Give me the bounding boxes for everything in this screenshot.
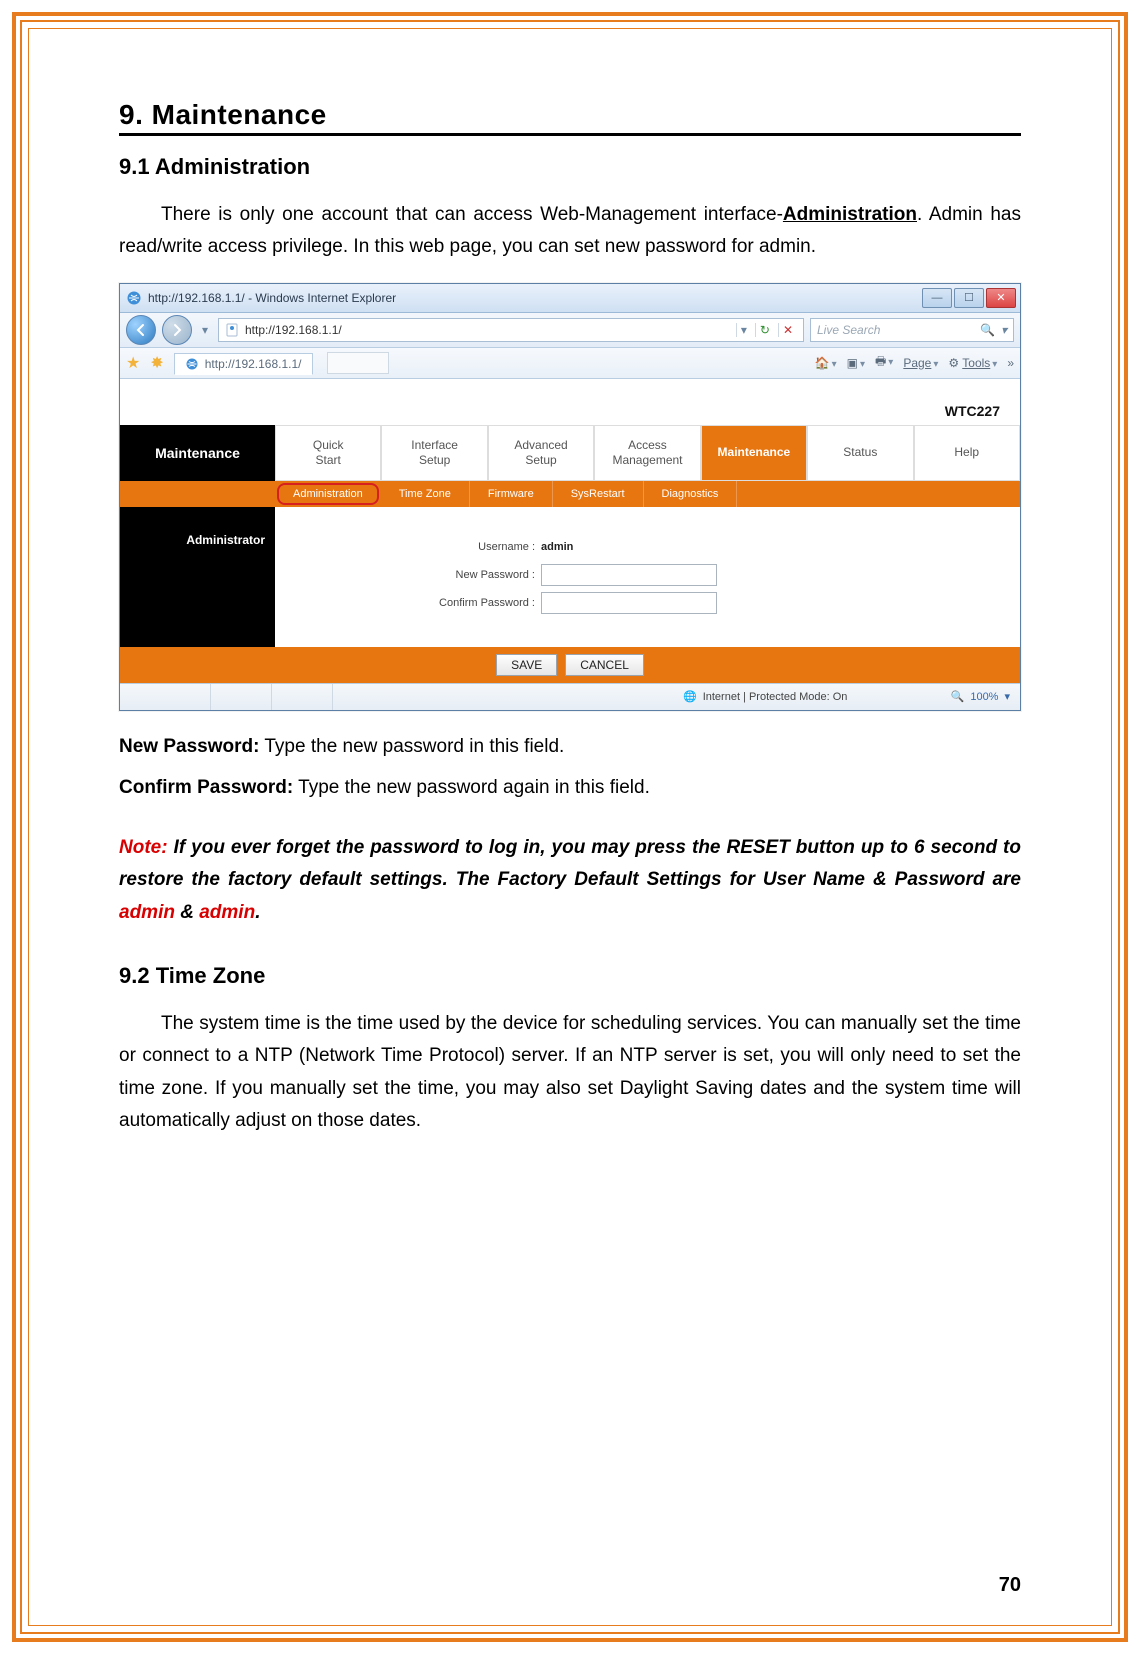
- main-tab-interface-setup[interactable]: InterfaceSetup: [381, 425, 487, 481]
- search-dropdown-icon[interactable]: ▾: [1001, 323, 1007, 337]
- note-amp: &: [175, 902, 199, 923]
- main-tab-status[interactable]: Status: [807, 425, 913, 481]
- section-9-1-paragraph: There is only one account that can acces…: [119, 199, 1021, 264]
- sub-tab-row: Administration Time Zone Firmware SysRes…: [120, 481, 1020, 507]
- main-tab-advanced-setup[interactable]: AdvancedSetup: [488, 425, 594, 481]
- main-tab-quick-start[interactable]: QuickStart: [275, 425, 381, 481]
- internet-zone-icon: 🌐: [683, 690, 697, 703]
- p1-part1: There is only one account that can acces…: [161, 204, 783, 225]
- window-title-text: http://192.168.1.1/ - Windows Internet E…: [148, 291, 396, 305]
- tools-label: Tools: [962, 356, 990, 370]
- tab-ie-icon: [185, 357, 199, 371]
- administration-link-in-text: Administration: [783, 204, 917, 225]
- username-value: admin: [541, 541, 573, 553]
- button-bar: SAVE CANCEL: [120, 647, 1020, 683]
- username-label: Username :: [275, 541, 541, 553]
- browser-tab[interactable]: http://192.168.1.1/: [174, 353, 313, 375]
- maximize-button[interactable]: ☐: [954, 288, 984, 308]
- section-title: 9. Maintenance: [119, 99, 1021, 136]
- router-page-content: WTC227 Maintenance QuickStart InterfaceS…: [120, 379, 1020, 683]
- page-number: 70: [999, 1574, 1021, 1597]
- section-9-2-paragraph: The system time is the time used by the …: [119, 1008, 1021, 1137]
- sub-tab-diagnostics[interactable]: Diagnostics: [644, 481, 738, 507]
- window-buttons: — ☐ ✕: [922, 288, 1016, 308]
- home-icon[interactable]: 🏠: [815, 356, 837, 370]
- main-tab-left-title: Maintenance: [120, 425, 275, 481]
- new-password-input[interactable]: [541, 564, 717, 586]
- stop-icon[interactable]: ✕: [778, 323, 797, 337]
- status-bar: 🌐 Internet | Protected Mode: On 🔍 100% ▾: [120, 683, 1020, 710]
- new-pw-label: New Password:: [119, 736, 259, 757]
- sub-tab-administration[interactable]: Administration: [277, 483, 379, 505]
- add-favorites-icon[interactable]: ✸: [150, 353, 163, 373]
- status-text: Internet | Protected Mode: On: [703, 691, 848, 703]
- refresh-icon[interactable]: ↻: [755, 323, 774, 337]
- confirm-pw-text: Type the new password again in this fiel…: [293, 777, 650, 798]
- confirm-pw-label: Confirm Password:: [119, 777, 293, 798]
- tab-title: http://192.168.1.1/: [205, 357, 302, 371]
- subsection-9-2-title: 9.2 Time Zone: [119, 963, 1021, 989]
- toolbar-overflow-icon[interactable]: »: [1007, 356, 1014, 370]
- admin-section-label: Administrator: [120, 507, 275, 647]
- save-button[interactable]: SAVE: [496, 654, 557, 676]
- page-menu[interactable]: Page: [903, 356, 938, 370]
- ie-icon: [126, 290, 142, 306]
- page-icon: [225, 323, 239, 337]
- nav-row: ▾ http://192.168.1.1/ ▾ ↻ ✕ Live Search …: [120, 313, 1020, 348]
- search-box[interactable]: Live Search 🔍 ▾: [810, 318, 1014, 342]
- note-paragraph: Note: If you ever forget the password to…: [119, 832, 1021, 929]
- main-tab-maintenance[interactable]: Maintenance: [701, 425, 807, 481]
- minimize-button[interactable]: —: [922, 288, 952, 308]
- note-text: If you ever forget the password to log i…: [119, 837, 1021, 890]
- address-text: http://192.168.1.1/: [245, 323, 342, 337]
- note-admin-2: admin: [199, 902, 255, 923]
- back-button[interactable]: [126, 315, 156, 345]
- page-label: Page: [903, 356, 931, 370]
- window-titlebar: http://192.168.1.1/ - Windows Internet E…: [120, 284, 1020, 313]
- tools-menu[interactable]: ⚙ Tools: [948, 356, 997, 370]
- print-icon[interactable]: 🖶: [875, 352, 893, 373]
- address-dropdown-icon[interactable]: ▾: [736, 323, 751, 337]
- zoom-dropdown-icon[interactable]: ▾: [1004, 690, 1010, 703]
- favorites-star-icon[interactable]: ★: [126, 353, 140, 373]
- confirm-password-input[interactable]: [541, 592, 717, 614]
- sub-tab-sysrestart[interactable]: SysRestart: [553, 481, 644, 507]
- note-period: .: [255, 902, 260, 923]
- forward-button[interactable]: [162, 315, 192, 345]
- note-admin-1: admin: [119, 902, 175, 923]
- address-bar[interactable]: http://192.168.1.1/ ▾ ↻ ✕: [218, 318, 804, 342]
- feeds-icon[interactable]: ▣: [847, 356, 865, 370]
- zoom-icon[interactable]: 🔍: [951, 690, 965, 703]
- search-placeholder: Live Search: [817, 323, 880, 337]
- note-label: Note:: [119, 837, 168, 858]
- admin-block: Administrator Username : admin New Passw…: [120, 507, 1020, 647]
- confirm-password-label: Confirm Password :: [275, 597, 541, 609]
- zoom-value: 100%: [970, 691, 998, 703]
- new-pw-text: Type the new password in this field.: [259, 736, 564, 757]
- device-brand: WTC227: [120, 379, 1020, 425]
- main-tab-help[interactable]: Help: [914, 425, 1020, 481]
- browser-screenshot: http://192.168.1.1/ - Windows Internet E…: [119, 283, 1021, 711]
- new-password-label: New Password :: [275, 569, 541, 581]
- main-tab-row: Maintenance QuickStart InterfaceSetup Ad…: [120, 425, 1020, 481]
- sub-tab-time-zone[interactable]: Time Zone: [381, 481, 470, 507]
- search-icon[interactable]: 🔍: [980, 323, 995, 337]
- nav-history-dropdown[interactable]: ▾: [198, 323, 212, 337]
- main-tab-access-management[interactable]: AccessManagement: [594, 425, 700, 481]
- close-button[interactable]: ✕: [986, 288, 1016, 308]
- sub-tab-firmware[interactable]: Firmware: [470, 481, 553, 507]
- toolbar-row: ★ ✸ http://192.168.1.1/ 🏠 ▣ 🖶 Page ⚙ Too…: [120, 348, 1020, 379]
- subsection-9-1-title: 9.1 Administration: [119, 154, 1021, 180]
- confirm-password-desc: Confirm Password: Type the new password …: [119, 772, 1021, 804]
- new-password-desc: New Password: Type the new password in t…: [119, 731, 1021, 763]
- cancel-button[interactable]: CANCEL: [565, 654, 644, 676]
- new-tab-button[interactable]: [327, 352, 389, 374]
